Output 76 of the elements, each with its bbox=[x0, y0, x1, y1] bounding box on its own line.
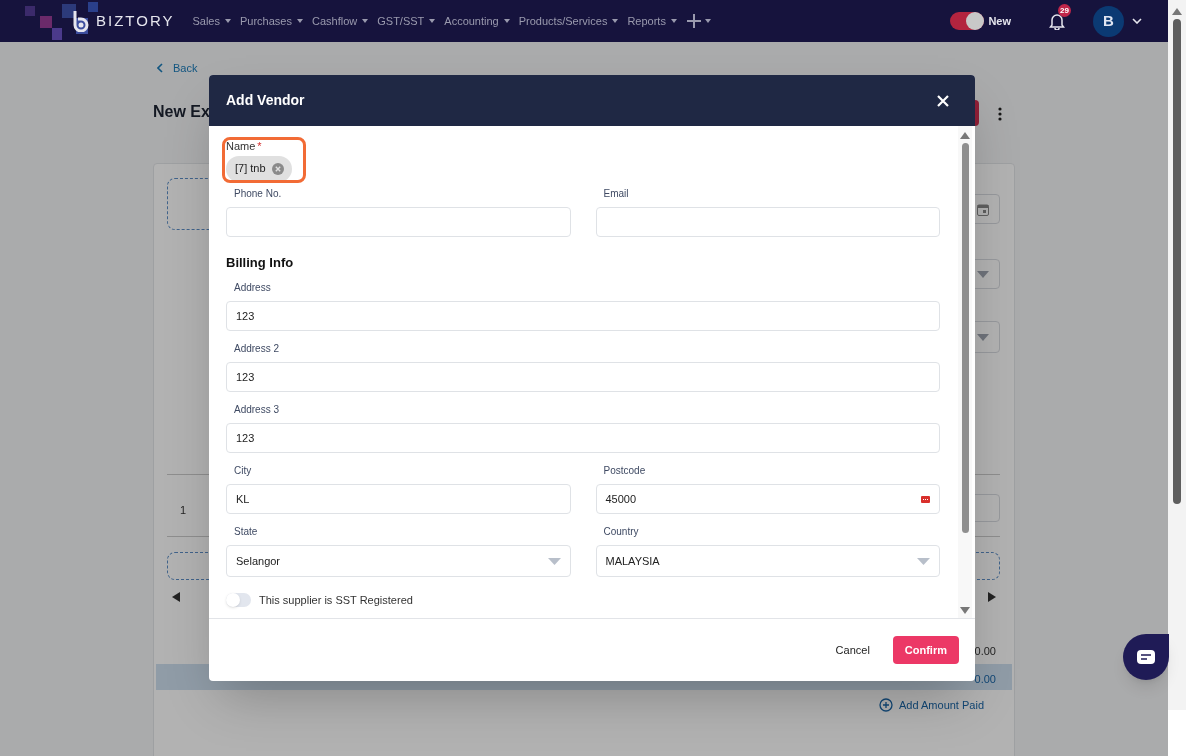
caret-icon bbox=[429, 19, 436, 23]
confirm-button[interactable]: Confirm bbox=[892, 636, 959, 664]
field-label: Email bbox=[602, 186, 630, 201]
nav-menu[interactable]: Purchases bbox=[240, 12, 303, 30]
bell-icon[interactable] bbox=[1049, 12, 1065, 30]
nav-menu[interactable]: Reports bbox=[627, 12, 677, 30]
amount-text: 0.00 bbox=[973, 644, 996, 659]
scroll-left-icon[interactable] bbox=[172, 592, 180, 602]
page-title: New Ex bbox=[153, 102, 210, 122]
toggle-label: This supplier is SST Registered bbox=[259, 593, 413, 608]
input-field[interactable]: 123 bbox=[226, 423, 940, 453]
calendar-icon bbox=[977, 202, 989, 216]
chevron-left-icon bbox=[157, 63, 163, 74]
dialog-title: Add Vendor bbox=[226, 91, 305, 110]
more-options-icon[interactable] bbox=[998, 107, 1002, 121]
field-label: Name bbox=[226, 139, 256, 154]
section-heading: Billing Info bbox=[226, 253, 295, 272]
row-number: 1 bbox=[180, 503, 187, 518]
caret-icon bbox=[670, 19, 677, 23]
input-field[interactable] bbox=[595, 206, 940, 237]
plus-icon bbox=[686, 14, 701, 28]
extension-icon[interactable] bbox=[921, 495, 930, 503]
dropdown-caret-icon bbox=[917, 557, 930, 565]
nav-menu[interactable]: GST/SST bbox=[377, 12, 436, 30]
dropdown-caret-icon bbox=[977, 333, 989, 341]
dropdown-caret-icon bbox=[547, 557, 561, 565]
chat-icon bbox=[1137, 650, 1155, 664]
scroll-right-icon[interactable] bbox=[988, 592, 996, 602]
nav-menu[interactable]: Accounting bbox=[444, 12, 510, 30]
plus-circle-icon bbox=[879, 698, 893, 713]
vendor-chip[interactable]: [7] tnb bbox=[226, 155, 292, 182]
input-field[interactable] bbox=[226, 206, 571, 237]
field-label: Address bbox=[233, 281, 272, 295]
input-field[interactable]: 123 bbox=[226, 362, 940, 392]
nav-menu[interactable]: Cashflow bbox=[312, 12, 369, 30]
nav-menu[interactable]: Products/Services bbox=[518, 12, 619, 30]
caret-icon bbox=[612, 19, 619, 23]
field-label: Phone No. bbox=[233, 186, 283, 201]
input-field[interactable]: 123 bbox=[226, 301, 940, 331]
select-field[interactable]: MALAYSIA bbox=[595, 545, 940, 577]
field-label: Country bbox=[602, 525, 640, 539]
scroll-down-icon[interactable] bbox=[960, 607, 970, 614]
nav-menu[interactable]: Sales bbox=[192, 12, 231, 30]
back-link[interactable]: Back bbox=[157, 60, 198, 77]
caret-icon bbox=[225, 19, 231, 23]
toggle-switch[interactable] bbox=[950, 12, 985, 30]
scroll-up-icon[interactable] bbox=[1172, 8, 1182, 15]
toggle-switch[interactable] bbox=[226, 593, 251, 608]
add-amount-paid-link[interactable]: Add Amount Paid bbox=[879, 697, 984, 714]
brand-name: BIZTORY bbox=[96, 10, 175, 31]
page-scrollbar[interactable] bbox=[1168, 0, 1186, 710]
dialog-scrollbar[interactable] bbox=[958, 126, 972, 618]
field-label: Address 3 bbox=[233, 403, 281, 417]
caret-icon bbox=[704, 19, 711, 23]
scroll-up-icon[interactable] bbox=[960, 132, 970, 139]
required-mark: * bbox=[257, 139, 262, 154]
toggle-label: New bbox=[988, 13, 1011, 29]
field-label: State bbox=[233, 525, 259, 539]
input-field[interactable]: 45000 bbox=[595, 484, 940, 514]
dropdown-caret-icon bbox=[977, 270, 989, 278]
caret-icon bbox=[503, 19, 510, 23]
field-label: City bbox=[233, 464, 253, 478]
notification-badge: 29 bbox=[1058, 4, 1071, 17]
input-field[interactable]: KL bbox=[226, 484, 571, 514]
chevron-down-icon[interactable] bbox=[1132, 18, 1142, 24]
close-icon[interactable] bbox=[937, 94, 949, 107]
user-avatar[interactable]: B bbox=[1093, 5, 1124, 37]
cancel-button[interactable]: Cancel bbox=[831, 636, 874, 664]
add-menu-button[interactable] bbox=[686, 14, 711, 28]
caret-icon bbox=[297, 19, 303, 23]
select-field[interactable]: Selangor bbox=[226, 545, 571, 577]
caret-icon bbox=[362, 19, 369, 23]
amount-text: 0.00 bbox=[973, 672, 996, 687]
remove-icon[interactable] bbox=[271, 162, 284, 175]
field-label: Address 2 bbox=[233, 342, 281, 356]
field-label: Postcode bbox=[602, 464, 647, 478]
